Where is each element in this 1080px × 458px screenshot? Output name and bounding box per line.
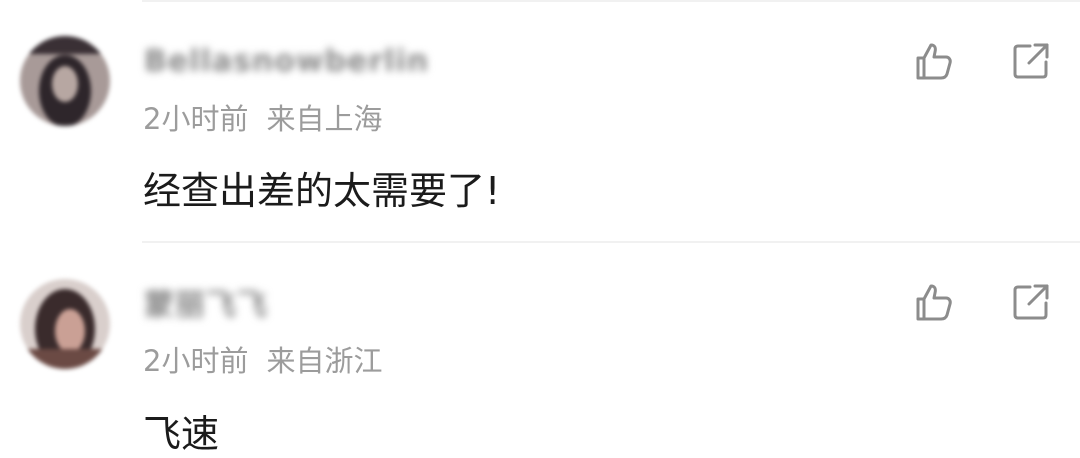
comment-meta: 2小时前 来自上海 (143, 96, 382, 138)
share-external-icon[interactable] (1010, 281, 1052, 323)
share-external-icon[interactable] (1010, 40, 1052, 82)
thumbs-up-icon[interactable] (913, 281, 955, 323)
comment-content: 经查出差的太需要了! (143, 169, 501, 213)
comment-location: 来自上海 (266, 102, 383, 136)
username[interactable]: Bellasnowberlin (144, 43, 430, 79)
thumbs-up-icon[interactable] (913, 40, 955, 82)
comment-time: 2小时前 (143, 102, 249, 136)
comment-time: 2小时前 (143, 344, 249, 378)
username-text: Bellasnowberlin (144, 43, 430, 79)
avatar[interactable] (20, 36, 110, 126)
comment-content: 飞速 (143, 412, 220, 456)
comment-meta: 2小时前 来自浙江 (143, 338, 382, 380)
username-text: 蒙丽飞飞 (144, 288, 268, 323)
username[interactable]: 蒙丽飞飞 (144, 285, 268, 323)
comment-location: 来自浙江 (266, 344, 383, 378)
avatar[interactable] (20, 279, 110, 369)
comment-item: 蒙丽飞飞 2小时前 来自浙江 飞速 (0, 243, 1080, 456)
comment-item: Bellasnowberlin 2小时前 来自上海 经查出差的太需要了! (0, 0, 1080, 242)
